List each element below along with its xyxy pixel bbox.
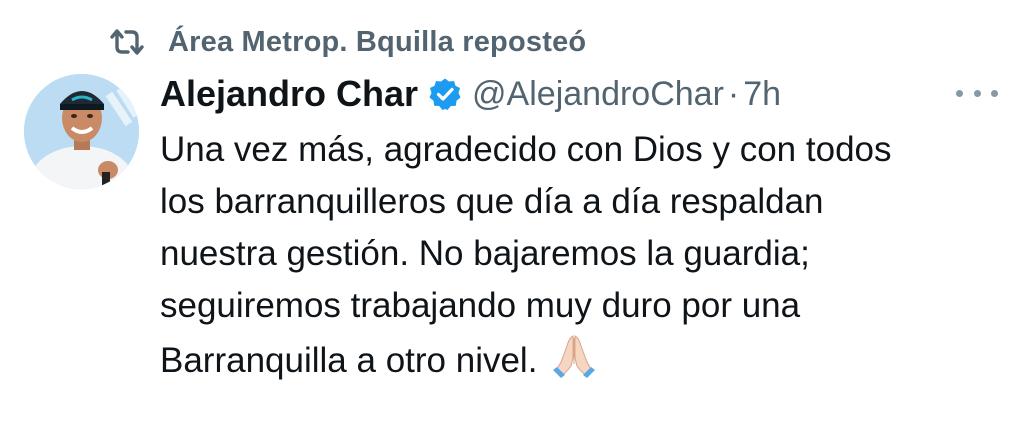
tweet-header: Alejandro Char @AlejandroChar · 7h xyxy=(160,70,781,118)
author-name[interactable]: Alejandro Char xyxy=(160,73,418,115)
separator-dot: · xyxy=(727,74,740,113)
more-options-icon[interactable] xyxy=(956,80,998,106)
avatar-photo xyxy=(24,74,139,189)
dot-icon xyxy=(991,89,998,97)
folded-hands-icon xyxy=(553,335,596,378)
tweet-card[interactable]: Área Metrop. Bquilla reposteó Alejandro … xyxy=(0,0,1024,431)
tweet-text-line: los barranquilleros que día a día respal… xyxy=(160,182,824,221)
tweet-text-line: nuestra gestión. No bajaremos la guardia… xyxy=(160,234,810,273)
dot-icon xyxy=(956,89,963,97)
tweet-text-line: Una vez más, agradecido con Dios y con t… xyxy=(160,130,892,169)
verified-badge-icon[interactable] xyxy=(428,77,462,111)
tweet-text: Una vez más, agradecido con Dios y con t… xyxy=(160,124,990,387)
author-handle[interactable]: @AlejandroChar xyxy=(472,75,724,114)
tweet-text-line: seguiremos trabajando muy duro por una xyxy=(160,286,801,325)
repost-label: Área Metrop. Bquilla reposteó xyxy=(168,25,587,58)
repost-icon xyxy=(110,29,144,55)
dot-icon xyxy=(973,89,981,97)
tweet-text-line-last: Barranquilla a otro nivel. xyxy=(160,332,990,387)
avatar[interactable] xyxy=(24,74,139,189)
tweet-text-line: Barranquilla a otro nivel. xyxy=(160,341,538,380)
repost-context[interactable]: Área Metrop. Bquilla reposteó xyxy=(108,22,586,62)
tweet-timestamp[interactable]: 7h xyxy=(743,75,781,114)
